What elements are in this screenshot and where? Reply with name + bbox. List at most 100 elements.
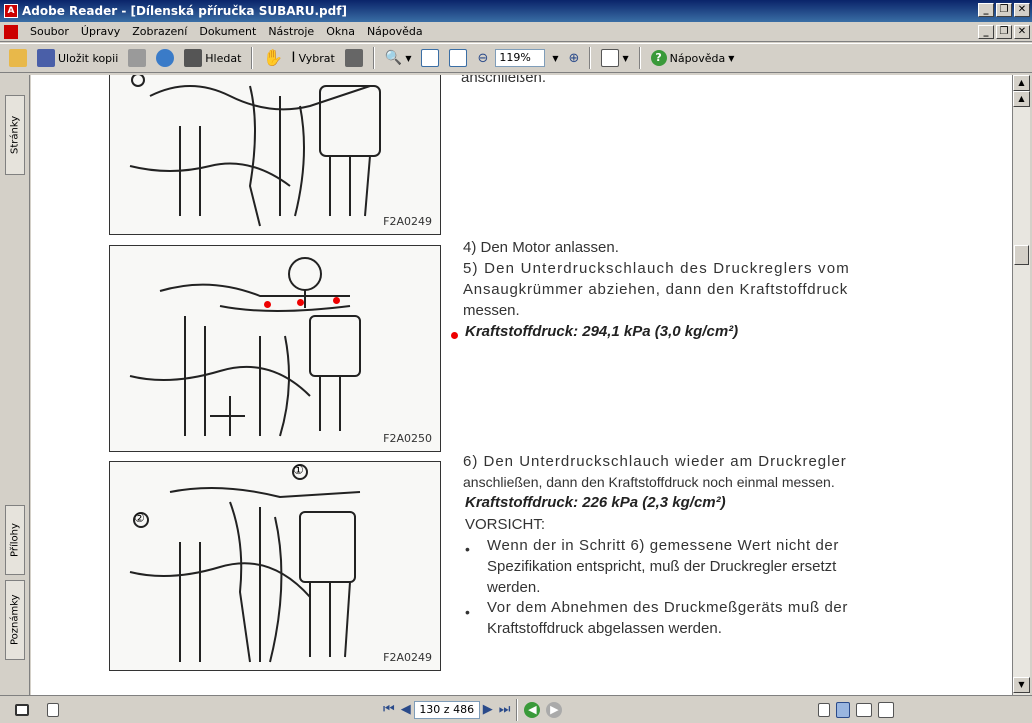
tab-pages[interactable]: Stránky [5,95,25,175]
go-back-button[interactable]: ◀ [521,698,543,722]
menu-window[interactable]: Okna [320,25,361,38]
window-title: Adobe Reader - [Dílenská příručka SUBARU… [22,4,347,18]
hand-tool-button[interactable]: ✋ [260,46,284,70]
bullet-marker: • [465,541,470,557]
facing-button[interactable] [853,698,875,722]
zoom-tool-button[interactable]: 🔍 ▼ [382,46,415,70]
step-6-line-2: anschließen, dann den Kraftstoffdruck no… [463,474,835,490]
tab-attachments[interactable]: Přílohy [5,505,25,575]
print-button[interactable] [125,46,149,70]
next-page-icon: ▶ [482,702,493,717]
previous-page-icon: ◀ [400,702,411,717]
chevron-down-icon: ▼ [405,53,412,63]
continuous-page-icon [836,701,851,718]
binoculars-icon [184,49,203,67]
caution-bullet-1-line-1: Wenn der in Schritt 6) gemessene Wert ni… [487,537,839,554]
fit-width-button[interactable] [446,46,470,70]
chevron-down-icon: ▼ [728,53,735,63]
text-cursor-icon: I [291,50,296,66]
last-page-button[interactable]: ⏭ [496,698,514,722]
select-label: Vybrat [298,51,335,65]
step-4-text: 4) Den Motor anlassen. [463,239,619,256]
printer-icon [128,49,147,67]
zoom-out-button[interactable]: ⊖ [474,46,491,70]
zoom-in-button[interactable]: ⊕ [566,46,583,70]
restore-button[interactable]: ❐ [996,3,1012,17]
page-number-input[interactable]: 130 z 486 [413,700,480,719]
doc-close-button[interactable]: ✕ [1014,25,1030,39]
facing-pages-icon [856,702,873,717]
fit-page-button[interactable] [418,46,442,70]
vertical-scrollbar[interactable]: ▲ ▲ ▼ [1012,75,1030,695]
menu-help[interactable]: Nápověda [361,25,429,38]
minus-circle-icon: ⊖ [477,50,489,66]
toolbar: Uložit kopii Hledat ✋ I Vybrat 🔍 ▼ ⊖ 119% … [0,43,1032,73]
scroll-thumb[interactable] [1014,245,1029,265]
minimize-button[interactable]: _ [978,3,994,17]
menu-view[interactable]: Zobrazení [126,25,193,38]
help-label: Nápověda [669,51,726,65]
camera-icon [344,49,363,67]
scroll-down-button[interactable]: ▼ [1013,677,1030,693]
callout-1: ① [293,463,304,477]
previous-page-button[interactable]: ◀ [398,698,414,722]
figure-3-label: F2A0249 [383,651,432,664]
open-button[interactable] [6,46,30,70]
floppy-disk-icon [37,49,55,67]
chevron-down-icon: ▼ [622,53,629,63]
scroll-page-up-button[interactable]: ▲ [1013,91,1030,107]
menu-tools[interactable]: Nástroje [262,25,320,38]
save-copy-button[interactable]: Uložit kopii [34,46,121,70]
hand-icon: ✋ [263,48,284,67]
engine-diagram-3: ① ② F2A0249 [109,461,441,671]
first-page-button[interactable]: ⏮ [380,698,398,722]
zoom-dropdown[interactable]: ▼ [549,46,561,70]
engine-diagram-1: F2A0249 [109,75,441,235]
select-tool-button[interactable]: I Vybrat [288,46,337,70]
folder-icon [9,49,27,67]
email-button[interactable] [153,46,177,70]
toolbar-separator [372,47,375,69]
caution-bullet-2-line-2: Kraftstoffdruck abgelassen werden. [487,620,722,637]
step-5-line-2: Ansaugkrümmer abziehen, dann den Kraftst… [463,281,848,298]
back-arrow-icon: ◀ [524,701,541,718]
engine-drawing-1 [129,75,381,227]
help-button[interactable]: ? Nápověda ▼ [648,46,738,70]
engine-drawing-3 [129,464,361,663]
menu-file[interactable]: Soubor [24,25,75,38]
menu-document[interactable]: Dokument [193,25,262,38]
close-button[interactable]: ✕ [1014,3,1030,17]
save-copy-label: Uložit kopii [58,51,119,65]
scroll-up-button[interactable]: ▲ [1013,75,1030,91]
doc-restore-button[interactable]: ❐ [996,25,1012,39]
plus-circle-icon: ⊕ [568,50,580,66]
engine-diagram-2: F2A0250 [109,245,441,452]
single-page-icon [818,702,831,717]
page-layout-button[interactable]: ▼ [598,46,631,70]
document-viewport[interactable]: F2A0249 anschließen. F2A0250 4) Den Moto… [31,75,1012,695]
title-bar: A Adobe Reader - [Dílenská příručka SUBA… [0,0,1032,22]
tab-comments[interactable]: Poznámky [5,580,25,660]
zoom-level-input[interactable]: 119% [495,49,546,67]
chevron-down-icon: ▼ [552,53,559,63]
step-6-line-1: 6) Den Unterdruckschlauch wieder am Druc… [463,453,847,470]
continuous-facing-button[interactable] [875,698,897,722]
go-forward-button[interactable]: ▶ [543,698,565,722]
continuous-button[interactable] [833,698,853,722]
next-page-button[interactable]: ▶ [480,698,496,722]
menu-edit[interactable]: Úpravy [75,25,126,38]
help-icon: ? [650,50,667,66]
panel-toggle-button[interactable] [12,698,32,722]
doc-minimize-button[interactable]: _ [978,25,994,39]
caution-bullet-1-line-3: werden. [487,579,541,596]
caution-heading: VORSICHT: [465,516,546,533]
snapshot-button[interactable] [342,46,366,70]
pdf-document-icon[interactable] [4,24,18,39]
toolbar-separator [589,47,592,69]
single-page-button[interactable] [815,698,833,722]
search-button[interactable]: Hledat [181,46,244,70]
page-size-button[interactable] [44,698,62,722]
last-page-icon: ⏭ [498,702,511,717]
figure-1-label: F2A0249 [383,215,432,228]
caution-bullet-1-line-2: Spezifikation entspricht, muß der Druckr… [487,558,837,575]
